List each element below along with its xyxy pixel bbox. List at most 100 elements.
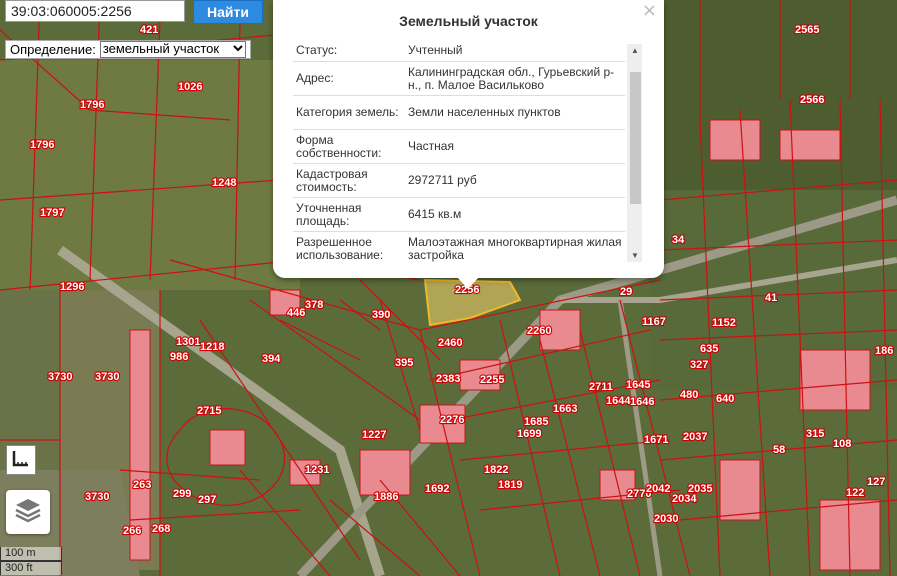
parcel-number-label: 1301 bbox=[176, 336, 200, 348]
parcel-number-label: 986 bbox=[170, 351, 188, 363]
measure-button[interactable] bbox=[6, 445, 36, 475]
chevron-down-icon bbox=[233, 42, 243, 57]
parcel-properties: Статус: Учтенный Адрес: Калининградская … bbox=[293, 40, 625, 262]
property-row: Статус: Учтенный bbox=[293, 40, 625, 62]
property-key: Кадастровая стоимость: bbox=[296, 166, 368, 194]
parcel-number-label: 1218 bbox=[200, 341, 224, 353]
parcel-number-label: 34 bbox=[672, 234, 685, 246]
parcel-number-label: 390 bbox=[372, 309, 390, 321]
parcel-number-label: 1692 bbox=[425, 483, 449, 495]
property-key: Категория земель: bbox=[296, 105, 399, 119]
parcel-number-label: 29 bbox=[620, 286, 632, 298]
property-row: Форма собственности: Частная bbox=[293, 130, 625, 164]
parcel-number-label: 1822 bbox=[484, 464, 508, 476]
property-row: Разрешенное использование: Малоэтажная м… bbox=[293, 232, 625, 262]
parcel-info-popup: Земельный участок × Статус: Учтенный Адр… bbox=[273, 0, 664, 278]
scale-metric: 100 m bbox=[0, 547, 62, 561]
parcel-number-label: 2037 bbox=[683, 431, 707, 443]
map-scale: 100 m 300 ft bbox=[0, 547, 62, 575]
property-value: Малоэтажная многоквартирная жилая застро… bbox=[408, 234, 622, 262]
parcel-number-label: 1167 bbox=[642, 316, 666, 328]
parcel-number-label: 327 bbox=[690, 359, 708, 371]
property-key: Статус: bbox=[296, 43, 338, 57]
parcel-number-label: 2383 bbox=[436, 373, 460, 385]
property-row: Адрес: Калининградская обл., Гурьевский … bbox=[293, 62, 625, 96]
property-key: Уточненная площадь: bbox=[296, 200, 362, 228]
parcel-number-label: 108 bbox=[833, 438, 851, 450]
parcel-number-label: 1819 bbox=[498, 479, 522, 491]
parcel-number-label: 3730 bbox=[48, 371, 72, 383]
property-value: Учтенный bbox=[408, 43, 463, 57]
property-row: Уточненная площадь: 6415 кв.м bbox=[293, 198, 625, 232]
parcel-number-label: 3730 bbox=[95, 371, 119, 383]
parcel-number-label: 1886 bbox=[374, 491, 398, 503]
parcel-number-label: 2566 bbox=[800, 94, 824, 106]
property-key: Адрес: bbox=[296, 71, 334, 85]
property-value: 2972711 руб bbox=[408, 173, 477, 187]
parcel-number-label: 421 bbox=[140, 24, 158, 36]
parcel-number-label: 2276 bbox=[440, 414, 464, 426]
layers-button[interactable] bbox=[6, 490, 50, 534]
parcel-number-label: 2715 bbox=[197, 405, 221, 417]
parcel-number-label: 2460 bbox=[438, 337, 462, 349]
parcel-number-label: 2565 bbox=[795, 24, 819, 36]
parcel-number-label: 480 bbox=[680, 389, 698, 401]
property-row: Категория земель: Земли населенных пункт… bbox=[293, 96, 625, 130]
layers-icon bbox=[13, 495, 43, 530]
parcel-number-label: 1796 bbox=[30, 139, 54, 151]
parcel-number-label: 315 bbox=[806, 428, 824, 440]
scale-imperial: 300 ft bbox=[0, 561, 62, 575]
parcel-number-label: 2030 bbox=[654, 513, 678, 525]
scroll-down-icon[interactable]: ▼ bbox=[631, 251, 639, 260]
parcel-number-label: 1645 bbox=[626, 379, 650, 391]
definition-row: Определение: земельный участок bbox=[5, 40, 251, 59]
parcel-number-label: 186 bbox=[875, 345, 893, 357]
property-key: Разрешенное использование: bbox=[296, 234, 384, 262]
parcel-number-label: 1026 bbox=[178, 81, 202, 93]
definition-select[interactable]: земельный участок bbox=[99, 41, 246, 58]
popup-pointer bbox=[457, 277, 479, 289]
cadastral-search-input[interactable] bbox=[5, 0, 185, 22]
find-button[interactable]: Найти bbox=[193, 0, 263, 24]
parcel-number-label: 446 bbox=[287, 307, 305, 319]
property-key: Форма собственности: bbox=[296, 132, 382, 160]
parcel-number-label: 1248 bbox=[212, 177, 236, 189]
property-row: Кадастровая стоимость: 2972711 руб bbox=[293, 164, 625, 198]
parcel-number-label: 1296 bbox=[60, 281, 84, 293]
parcel-number-label: 1231 bbox=[305, 464, 329, 476]
property-value: Частная bbox=[408, 139, 454, 153]
definition-label: Определение: bbox=[10, 42, 96, 57]
parcel-number-label: 268 bbox=[152, 523, 170, 535]
parcel-number-label: 2042 bbox=[646, 483, 670, 495]
parcel-number-label: 1671 bbox=[644, 434, 668, 446]
property-value: Земли населенных пунктов bbox=[408, 105, 561, 119]
parcel-number-label: 1797 bbox=[40, 207, 64, 219]
parcel-number-label: 2260 bbox=[527, 325, 551, 337]
parcel-number-label: 2034 bbox=[672, 493, 697, 505]
ruler-icon bbox=[12, 449, 30, 472]
parcel-number-label: 263 bbox=[133, 479, 151, 491]
parcel-number-label: 2255 bbox=[480, 374, 504, 386]
parcel-number-label: 122 bbox=[846, 487, 864, 499]
parcel-number-label: 266 bbox=[123, 525, 141, 537]
parcel-number-label: 3730 bbox=[85, 491, 109, 503]
parcel-number-label: 1796 bbox=[80, 99, 104, 111]
close-icon[interactable]: × bbox=[642, 0, 657, 21]
parcel-number-label: 1646 bbox=[630, 396, 654, 408]
parcel-number-label: 41 bbox=[765, 292, 777, 304]
scroll-up-icon[interactable]: ▲ bbox=[631, 46, 639, 55]
popup-title: Земельный участок bbox=[399, 13, 538, 29]
parcel-number-label: 378 bbox=[305, 299, 323, 311]
parcel-number-label: 2711 bbox=[589, 381, 613, 393]
property-value: Калининградская обл., Гурьевский р-н., п… bbox=[408, 64, 615, 92]
parcel-number-label: 635 bbox=[700, 343, 718, 355]
parcel-number-label: 395 bbox=[395, 357, 413, 369]
parcel-number-label: 299 bbox=[173, 488, 191, 500]
parcel-number-label: 1699 bbox=[517, 428, 541, 440]
parcel-number-label: 1663 bbox=[553, 403, 577, 415]
definition-selected: земельный участок bbox=[102, 41, 220, 56]
parcel-number-label: 1685 bbox=[524, 416, 548, 428]
parcel-number-label: 1644 bbox=[606, 395, 631, 407]
popup-scroll-thumb[interactable] bbox=[630, 72, 641, 204]
parcel-number-label: 297 bbox=[198, 494, 216, 506]
